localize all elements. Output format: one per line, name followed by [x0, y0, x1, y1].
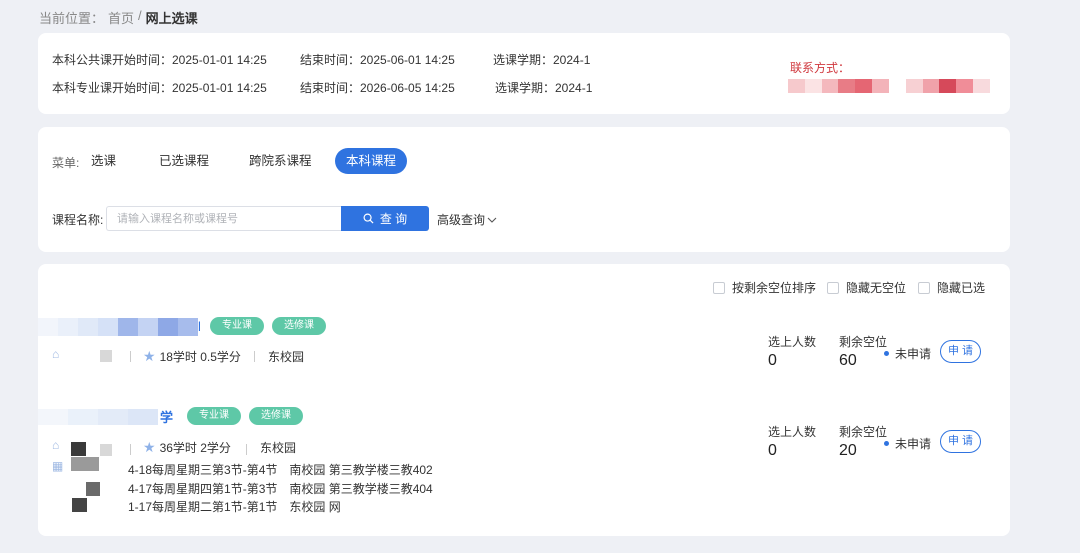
calendar-icon: ▦ [52, 459, 64, 473]
remaining-seats: 20 [839, 442, 857, 459]
star-icon: ★ [143, 439, 156, 455]
remaining-seats-label: 剩余空位 [839, 425, 888, 439]
search-icon [363, 213, 374, 224]
breadcrumb-home-link[interactable]: 首页 [108, 8, 134, 27]
checkbox[interactable] [827, 281, 839, 294]
divider [246, 444, 247, 455]
filter-hide-selected[interactable]: 隐藏已选 [918, 279, 985, 296]
hours-credits-text: 36学时 2学分 [159, 441, 231, 455]
selected-count-label: 选上人数 [768, 335, 817, 349]
breadcrumb-divider: / [138, 8, 142, 23]
remaining-seats: 60 [839, 352, 857, 369]
application-status: 未申请 [884, 345, 931, 362]
menu-search-card: 菜单: 选课 已选课程 跨院系课程 本科课程 课程名称: 查 询 高级查询 [38, 127, 1010, 252]
major-course-end-time: 结束时间：2026-06-05 14:25 [300, 81, 455, 95]
schedule-info-card: 本科公共课开始时间：2025-01-01 14:25 结束时间：2025-06-… [38, 33, 1010, 114]
divider [130, 444, 131, 455]
search-input[interactable] [106, 206, 342, 231]
redacted-block [71, 457, 99, 471]
course-title-redacted [38, 409, 158, 425]
building-icon: ⌂ [52, 438, 60, 452]
course-title-redacted [38, 318, 198, 336]
course-title[interactable]: 学 [160, 407, 173, 426]
breadcrumb-current: 网上选课 [145, 11, 198, 26]
selected-count: 0 [768, 442, 777, 459]
course-tag-major: 专业课 [210, 317, 264, 335]
session-time: 4-18每周星期三第3节-第4节 南校园 第三教学楼三教402 [128, 463, 433, 477]
filter-hide-full[interactable]: 隐藏无空位 [827, 279, 906, 296]
redacted-block [86, 482, 100, 496]
menu-item-undergraduate-courses[interactable]: 本科课程 [335, 148, 408, 174]
filter-label: 隐藏已选 [937, 281, 986, 295]
search-button-label: 查 询 [379, 212, 408, 226]
selected-count-label: 选上人数 [768, 425, 817, 439]
course-hours-credits: ★ 36学时 2学分 [143, 439, 231, 456]
search-button[interactable]: 查 询 [341, 206, 429, 231]
checkbox[interactable] [713, 281, 725, 294]
contact-redacted [788, 79, 990, 93]
status-dot-icon [884, 441, 889, 446]
status-text: 未申请 [895, 437, 932, 451]
course-campus: 东校园 [268, 350, 305, 364]
status-dot-icon [884, 351, 889, 356]
major-course-term: 选课学期：2024-1 [495, 81, 593, 95]
major-course-start-time: 本科专业课开始时间：2025-01-01 14:25 [52, 81, 267, 95]
contact-label: 联系方式： [790, 61, 851, 75]
redacted-block [72, 498, 87, 512]
teacher-redacted-2 [100, 444, 112, 456]
breadcrumb: 当前位置： 首页 / 网上选课 [39, 8, 198, 27]
divider [254, 351, 255, 362]
divider [130, 351, 131, 362]
application-status: 未申请 [884, 435, 931, 452]
menu-item-cross-department[interactable]: 跨院系课程 [238, 148, 323, 174]
course-title[interactable]: l [198, 319, 201, 334]
teacher-redacted [100, 350, 112, 362]
remaining-seats-label: 剩余空位 [839, 335, 888, 349]
public-course-end-time: 结束时间：2025-06-01 14:25 [300, 53, 455, 67]
course-list-card: 按剩余空位排序 隐藏无空位 隐藏已选 l 专业课 选修课 ⌂ ★ 18学时 0.… [38, 264, 1010, 536]
advanced-search-label: 高级查询 [437, 213, 486, 227]
chevron-down-icon [487, 217, 497, 223]
building-icon: ⌂ [52, 347, 60, 361]
selected-count: 0 [768, 352, 777, 369]
advanced-search-toggle[interactable]: 高级查询 [437, 211, 497, 228]
course-tag-major: 专业课 [187, 407, 241, 425]
course-campus: 东校园 [260, 441, 297, 455]
menu-item-selected-courses[interactable]: 已选课程 [148, 148, 220, 174]
public-course-term: 选课学期：2024-1 [493, 53, 591, 67]
star-icon: ★ [143, 348, 156, 364]
apply-button[interactable]: 申 请 [940, 430, 981, 453]
menu-label: 菜单: [52, 156, 80, 170]
teacher-redacted [71, 442, 86, 456]
filter-label: 隐藏无空位 [846, 281, 907, 295]
menu-item-select-course[interactable]: 选课 [80, 148, 127, 174]
session-time: 4-17每周星期四第1节-第3节 南校园 第三教学楼三教404 [128, 482, 433, 496]
search-label: 课程名称: [52, 213, 104, 227]
course-tag-elective: 选修课 [249, 407, 303, 425]
checkbox[interactable] [918, 281, 930, 294]
apply-button[interactable]: 申 请 [940, 340, 981, 363]
session-time: 1-17每周星期二第1节-第1节 东校园 网 [128, 500, 341, 514]
filter-sort-by-remaining[interactable]: 按剩余空位排序 [713, 279, 816, 296]
course-hours-credits: ★ 18学时 0.5学分 [143, 348, 241, 365]
hours-credits-text: 18学时 0.5学分 [159, 350, 241, 364]
course-tag-elective: 选修课 [272, 317, 326, 335]
status-text: 未申请 [895, 347, 932, 361]
filter-label: 按剩余空位排序 [732, 281, 817, 295]
public-course-start-time: 本科公共课开始时间：2025-01-01 14:25 [52, 53, 267, 67]
breadcrumb-label: 当前位置： [39, 11, 105, 26]
